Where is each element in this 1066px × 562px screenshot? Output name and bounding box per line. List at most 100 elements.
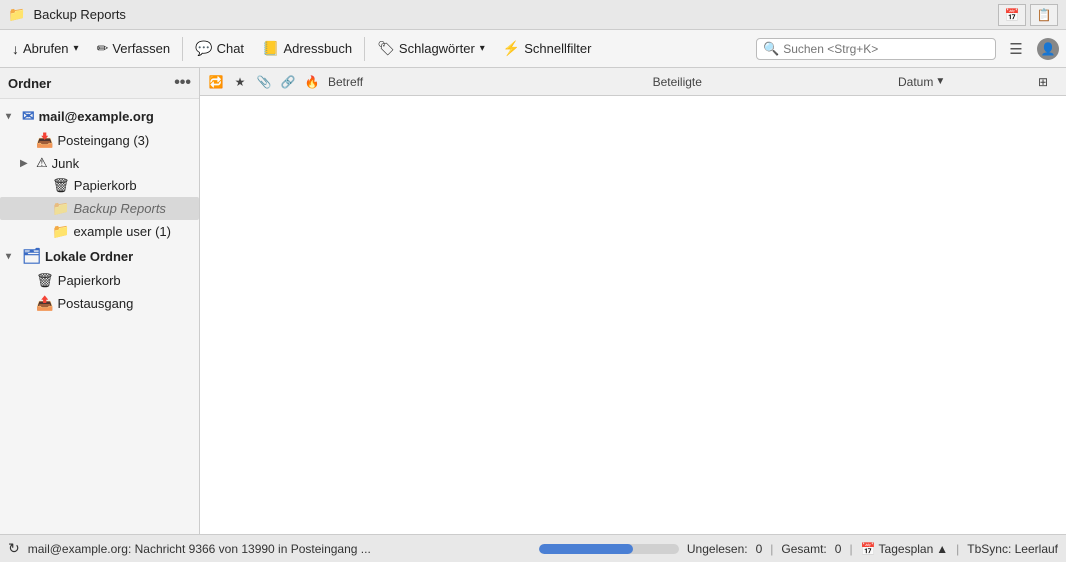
folder-tree: ▾ ✉ mail@example.org 📥 Posteingang (3) ▶…	[0, 99, 199, 534]
search-icon: 🔍	[763, 41, 779, 57]
status-message: mail@example.org: Nachricht 9366 von 139…	[28, 542, 531, 556]
layout-icon: ⊞	[1038, 75, 1048, 89]
local-color-icon: 🗂	[22, 247, 41, 265]
col-participants-header[interactable]: Beteiligte	[649, 75, 894, 89]
progress-fill	[539, 544, 633, 554]
sync-icon: ↻	[8, 540, 20, 557]
calendar-btn[interactable]: 📅	[998, 4, 1026, 26]
backup-folder-icon: 📁	[52, 200, 69, 217]
col-date-header[interactable]: Datum ▼	[894, 75, 1034, 89]
outbox-icon: 📤	[36, 295, 53, 312]
col-prio-header[interactable]: 🔥	[300, 75, 324, 89]
junk-expand: ▶	[20, 158, 32, 169]
abrufen-button[interactable]: ↓ Abrufen ▾	[4, 37, 87, 61]
trash-icon-2: 🗑	[36, 272, 54, 289]
papierkorb-label-1: Papierkorb	[74, 178, 193, 193]
schlagwoerter-label: Schlagwörter	[399, 41, 475, 56]
trash-icon-1: 🗑	[52, 177, 70, 194]
download-icon: ↓	[12, 41, 19, 57]
titlebar-controls: 📅 📋	[998, 4, 1058, 26]
papierkorb-label-2: Papierkorb	[58, 273, 193, 288]
search-container: 🔍	[756, 38, 996, 60]
tbsync-status: TbSync: Leerlauf	[967, 542, 1058, 556]
filter-icon: ⚡	[503, 40, 520, 57]
local-account-name: Lokale Ordner	[45, 249, 133, 264]
thread2-icon: 🔗	[281, 75, 296, 89]
col-actions-header[interactable]: ⊞	[1034, 75, 1062, 89]
folder-papierkorb-local[interactable]: 🗑 Papierkorb	[0, 269, 199, 292]
addressbook-icon: 📒	[262, 40, 279, 57]
chat-label: Chat	[217, 41, 244, 56]
tagesplan-arrow-icon: ▲	[936, 542, 948, 556]
folder-backup-reports[interactable]: 📁 Backup Reports	[0, 197, 199, 220]
separator-1	[182, 37, 183, 61]
schlagwoerter-dropdown-icon: ▾	[480, 43, 485, 54]
tasks-btn[interactable]: 📋	[1030, 4, 1058, 26]
attachment-icon: 📎	[257, 75, 272, 89]
chat-button[interactable]: 💬 Chat	[187, 36, 252, 61]
toolbar-end: ☰ 👤	[1002, 35, 1062, 63]
progress-bar	[539, 544, 679, 554]
verfassen-label: Verfassen	[112, 41, 170, 56]
date-sort-icon: ▼	[935, 76, 945, 87]
total-label: Gesamt:	[781, 542, 826, 556]
unread-count: 0	[756, 542, 763, 556]
main: Ordner ••• ▾ ✉ mail@example.org 📥 Postei…	[0, 68, 1066, 534]
tagesplan-icon: 📅	[861, 542, 876, 556]
backup-reports-label: Backup Reports	[73, 201, 193, 216]
folder-junk[interactable]: ▶ ⚠ Junk	[0, 152, 199, 174]
message-list-header: 🔁 ★ 📎 🔗 🔥 Betreff Beteiligte Datum	[200, 68, 1066, 96]
account-row-local[interactable]: ▾ 🗂 Lokale Ordner	[0, 243, 199, 269]
menu-button[interactable]: ☰	[1002, 35, 1030, 63]
folder-papierkorb-mail[interactable]: 🗑 Papierkorb	[0, 174, 199, 197]
toolbar: ↓ Abrufen ▾ ✏ Verfassen 💬 Chat 📒 Adressb…	[0, 30, 1066, 68]
account-expand-icon: ▾	[6, 111, 18, 122]
profile-button[interactable]: 👤	[1034, 35, 1062, 63]
empty-message-area	[200, 96, 1066, 534]
separator-2	[364, 37, 365, 61]
sidebar-header-label: Ordner	[8, 76, 51, 91]
col-attachment-header[interactable]: 📎	[252, 75, 276, 89]
inbox-icon: 📥	[36, 132, 53, 149]
total-count: 0	[835, 542, 842, 556]
adressbuch-label: Adressbuch	[283, 41, 352, 56]
participants-label: Beteiligte	[653, 75, 702, 89]
schnellfilter-button[interactable]: ⚡ Schnellfilter	[495, 36, 600, 61]
account-row-mail[interactable]: ▾ ✉ mail@example.org	[0, 103, 199, 129]
statusbar: ↻ mail@example.org: Nachricht 9366 von 1…	[0, 534, 1066, 562]
schlagwoerter-button[interactable]: 🏷 Schlagwörter ▾	[369, 36, 493, 61]
abrufen-dropdown-icon: ▾	[74, 43, 79, 54]
posteingang-label: Posteingang (3)	[57, 133, 193, 148]
message-list-body[interactable]	[200, 96, 1066, 534]
abrufen-label: Abrufen	[23, 41, 69, 56]
col-subject-header[interactable]: Betreff	[324, 75, 649, 89]
tagesplan-button[interactable]: 📅 Tagesplan ▲	[861, 542, 949, 556]
date-label: Datum	[898, 75, 933, 89]
search-input[interactable]	[783, 42, 989, 56]
example-user-label: example user (1)	[73, 224, 193, 239]
sidebar-header: Ordner •••	[0, 68, 199, 99]
unread-label: Ungelesen:	[687, 542, 748, 556]
folder-example-user[interactable]: 📁 example user (1)	[0, 220, 199, 243]
postausgang-label: Postausgang	[57, 296, 193, 311]
statusbar-sep-1: |	[770, 542, 773, 556]
local-expand-icon: ▾	[6, 251, 18, 262]
subject-label: Betreff	[328, 75, 363, 89]
hamburger-icon: ☰	[1009, 40, 1022, 58]
col-thread2-header[interactable]: 🔗	[276, 75, 300, 89]
folder-posteingang[interactable]: 📥 Posteingang (3)	[0, 129, 199, 152]
account-color-icon: ✉	[22, 107, 35, 125]
chat-icon: 💬	[195, 40, 212, 57]
example-folder-icon: 📁	[52, 223, 69, 240]
verfassen-button[interactable]: ✏ Verfassen	[89, 36, 179, 61]
account-name: mail@example.org	[39, 109, 154, 124]
folder-postausgang[interactable]: 📤 Postausgang	[0, 292, 199, 315]
adressbuch-button[interactable]: 📒 Adressbuch	[254, 36, 360, 61]
statusbar-sep-3: |	[956, 542, 959, 556]
schnellfilter-label: Schnellfilter	[524, 41, 591, 56]
col-thread-header[interactable]: 🔁	[204, 75, 228, 89]
col-star-header[interactable]: ★	[228, 75, 252, 89]
junk-label: Junk	[52, 156, 193, 171]
profile-icon: 👤	[1037, 38, 1059, 60]
sidebar-more-button[interactable]: •••	[174, 74, 191, 92]
